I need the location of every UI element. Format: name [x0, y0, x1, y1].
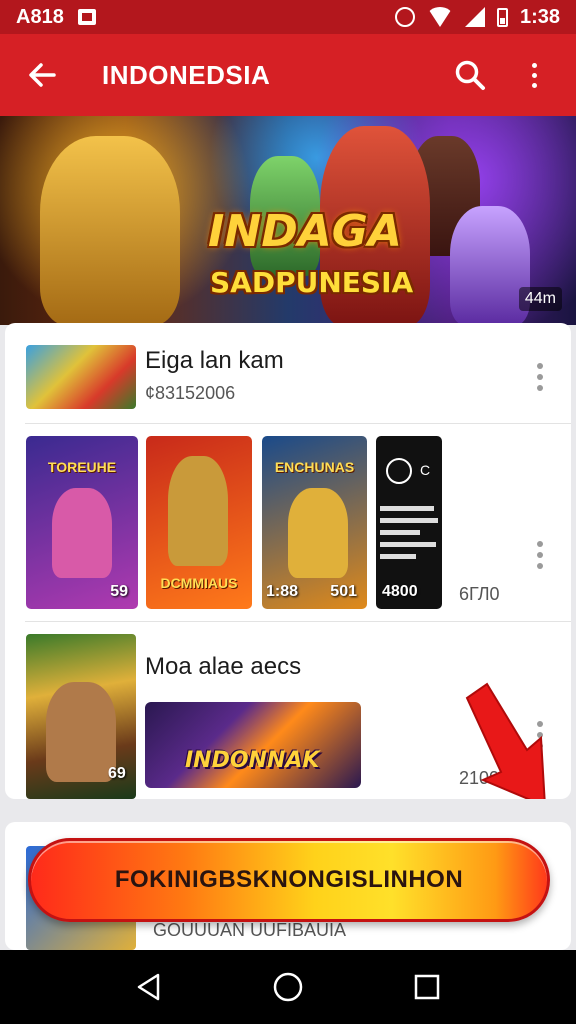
tile-character	[288, 488, 348, 578]
tile-label-extra: 501	[330, 583, 357, 600]
divider	[25, 621, 571, 622]
tile-text-line	[380, 530, 420, 535]
signal-icon	[464, 7, 485, 27]
notification-icon	[77, 9, 96, 25]
status-time: 1:38	[519, 5, 560, 28]
tile-heading: ENCHUNAS	[274, 459, 355, 475]
more-options-button[interactable]	[512, 53, 556, 97]
wifi-icon	[426, 7, 453, 27]
wide-thumb-title: INDONNAK	[185, 748, 320, 773]
content-card: Eiga lan kam ¢83152006 TOREUHE 59 DCMMIA…	[5, 323, 571, 799]
game-tile-4[interactable]: C 4800	[376, 436, 442, 609]
triangle-back-icon	[138, 973, 160, 1001]
row-count: 6ГЛ0	[459, 584, 500, 604]
cta-button[interactable]: FOKINIGBSKNONGISLINHON	[28, 838, 550, 922]
tile-text-line	[380, 542, 436, 547]
red-arrow-icon	[465, 682, 546, 799]
nav-recents-button[interactable]	[397, 957, 457, 1017]
item1-title[interactable]: Eiga lan kam	[145, 347, 284, 375]
banner-title: INDAGA	[208, 206, 402, 257]
item2-thumbnail[interactable]: 69	[26, 634, 136, 799]
tile-heading: DCMMIAUS	[160, 575, 238, 591]
more-vertical-icon	[537, 541, 543, 547]
row2-more-button[interactable]	[525, 537, 555, 573]
arrow-left-icon	[29, 63, 56, 87]
more-vertical-icon	[531, 62, 537, 68]
back-button[interactable]	[20, 53, 64, 97]
nav-back-button[interactable]	[119, 957, 179, 1017]
item3-subtitle: GOUUUAN UUFIBAUIA	[153, 920, 347, 940]
brand-mark: C	[420, 462, 431, 478]
tile-label: 4800	[382, 583, 418, 600]
game-tile-3[interactable]: ENCHUNAS 1:88 501	[262, 436, 367, 609]
banner-character-golden-warrior	[40, 136, 180, 325]
banner-duration-badge: 44m	[518, 287, 562, 311]
brand-logo-icon	[386, 458, 412, 484]
tile-character	[46, 682, 116, 782]
hero-banner[interactable]: INDAGA SADPUNESIA 44m	[0, 116, 576, 325]
banner-character-fairy	[450, 206, 530, 325]
page-title: INDONEDSIA	[102, 59, 271, 90]
square-recents-icon	[414, 974, 439, 1000]
item2-thumb-label: 69	[108, 765, 126, 782]
tile-label: 59	[110, 583, 128, 600]
more-vertical-icon	[537, 363, 543, 369]
banner-subtitle: SADPUNESIA	[210, 266, 414, 299]
item1-more-button[interactable]	[525, 359, 555, 395]
tile-text-line	[380, 506, 434, 511]
circle-home-icon	[273, 972, 303, 1002]
tile-label: 1:88	[266, 583, 299, 600]
status-carrier-text: A818	[16, 5, 64, 28]
alarm-icon	[394, 7, 415, 27]
item2-title[interactable]: Moa alae aecs	[145, 653, 301, 681]
nav-home-button[interactable]	[258, 957, 318, 1017]
tile-text-line	[380, 554, 416, 559]
tile-heading: TOREUHE	[47, 459, 117, 475]
status-bar: A818 1:38	[0, 0, 576, 34]
system-nav-bar	[0, 950, 576, 1024]
search-button[interactable]	[448, 53, 492, 97]
game-tile-2[interactable]: DCMMIAUS	[146, 436, 252, 609]
search-icon	[455, 60, 485, 90]
battery-icon	[496, 7, 508, 27]
game-tile-1[interactable]: TOREUHE 59	[26, 436, 138, 609]
divider	[25, 423, 571, 424]
app-bar: INDONEDSIA	[0, 34, 576, 116]
cta-label: FOKINIGBSKNONGISLINHON	[114, 866, 464, 893]
tile-character	[52, 488, 112, 578]
item1-subtitle: ¢83152006	[145, 383, 236, 403]
item2-wide-thumbnail[interactable]: INDONNAK	[145, 702, 361, 788]
tile-character	[168, 456, 228, 566]
item1-thumbnail[interactable]	[26, 345, 136, 409]
tile-text-line	[380, 518, 438, 523]
